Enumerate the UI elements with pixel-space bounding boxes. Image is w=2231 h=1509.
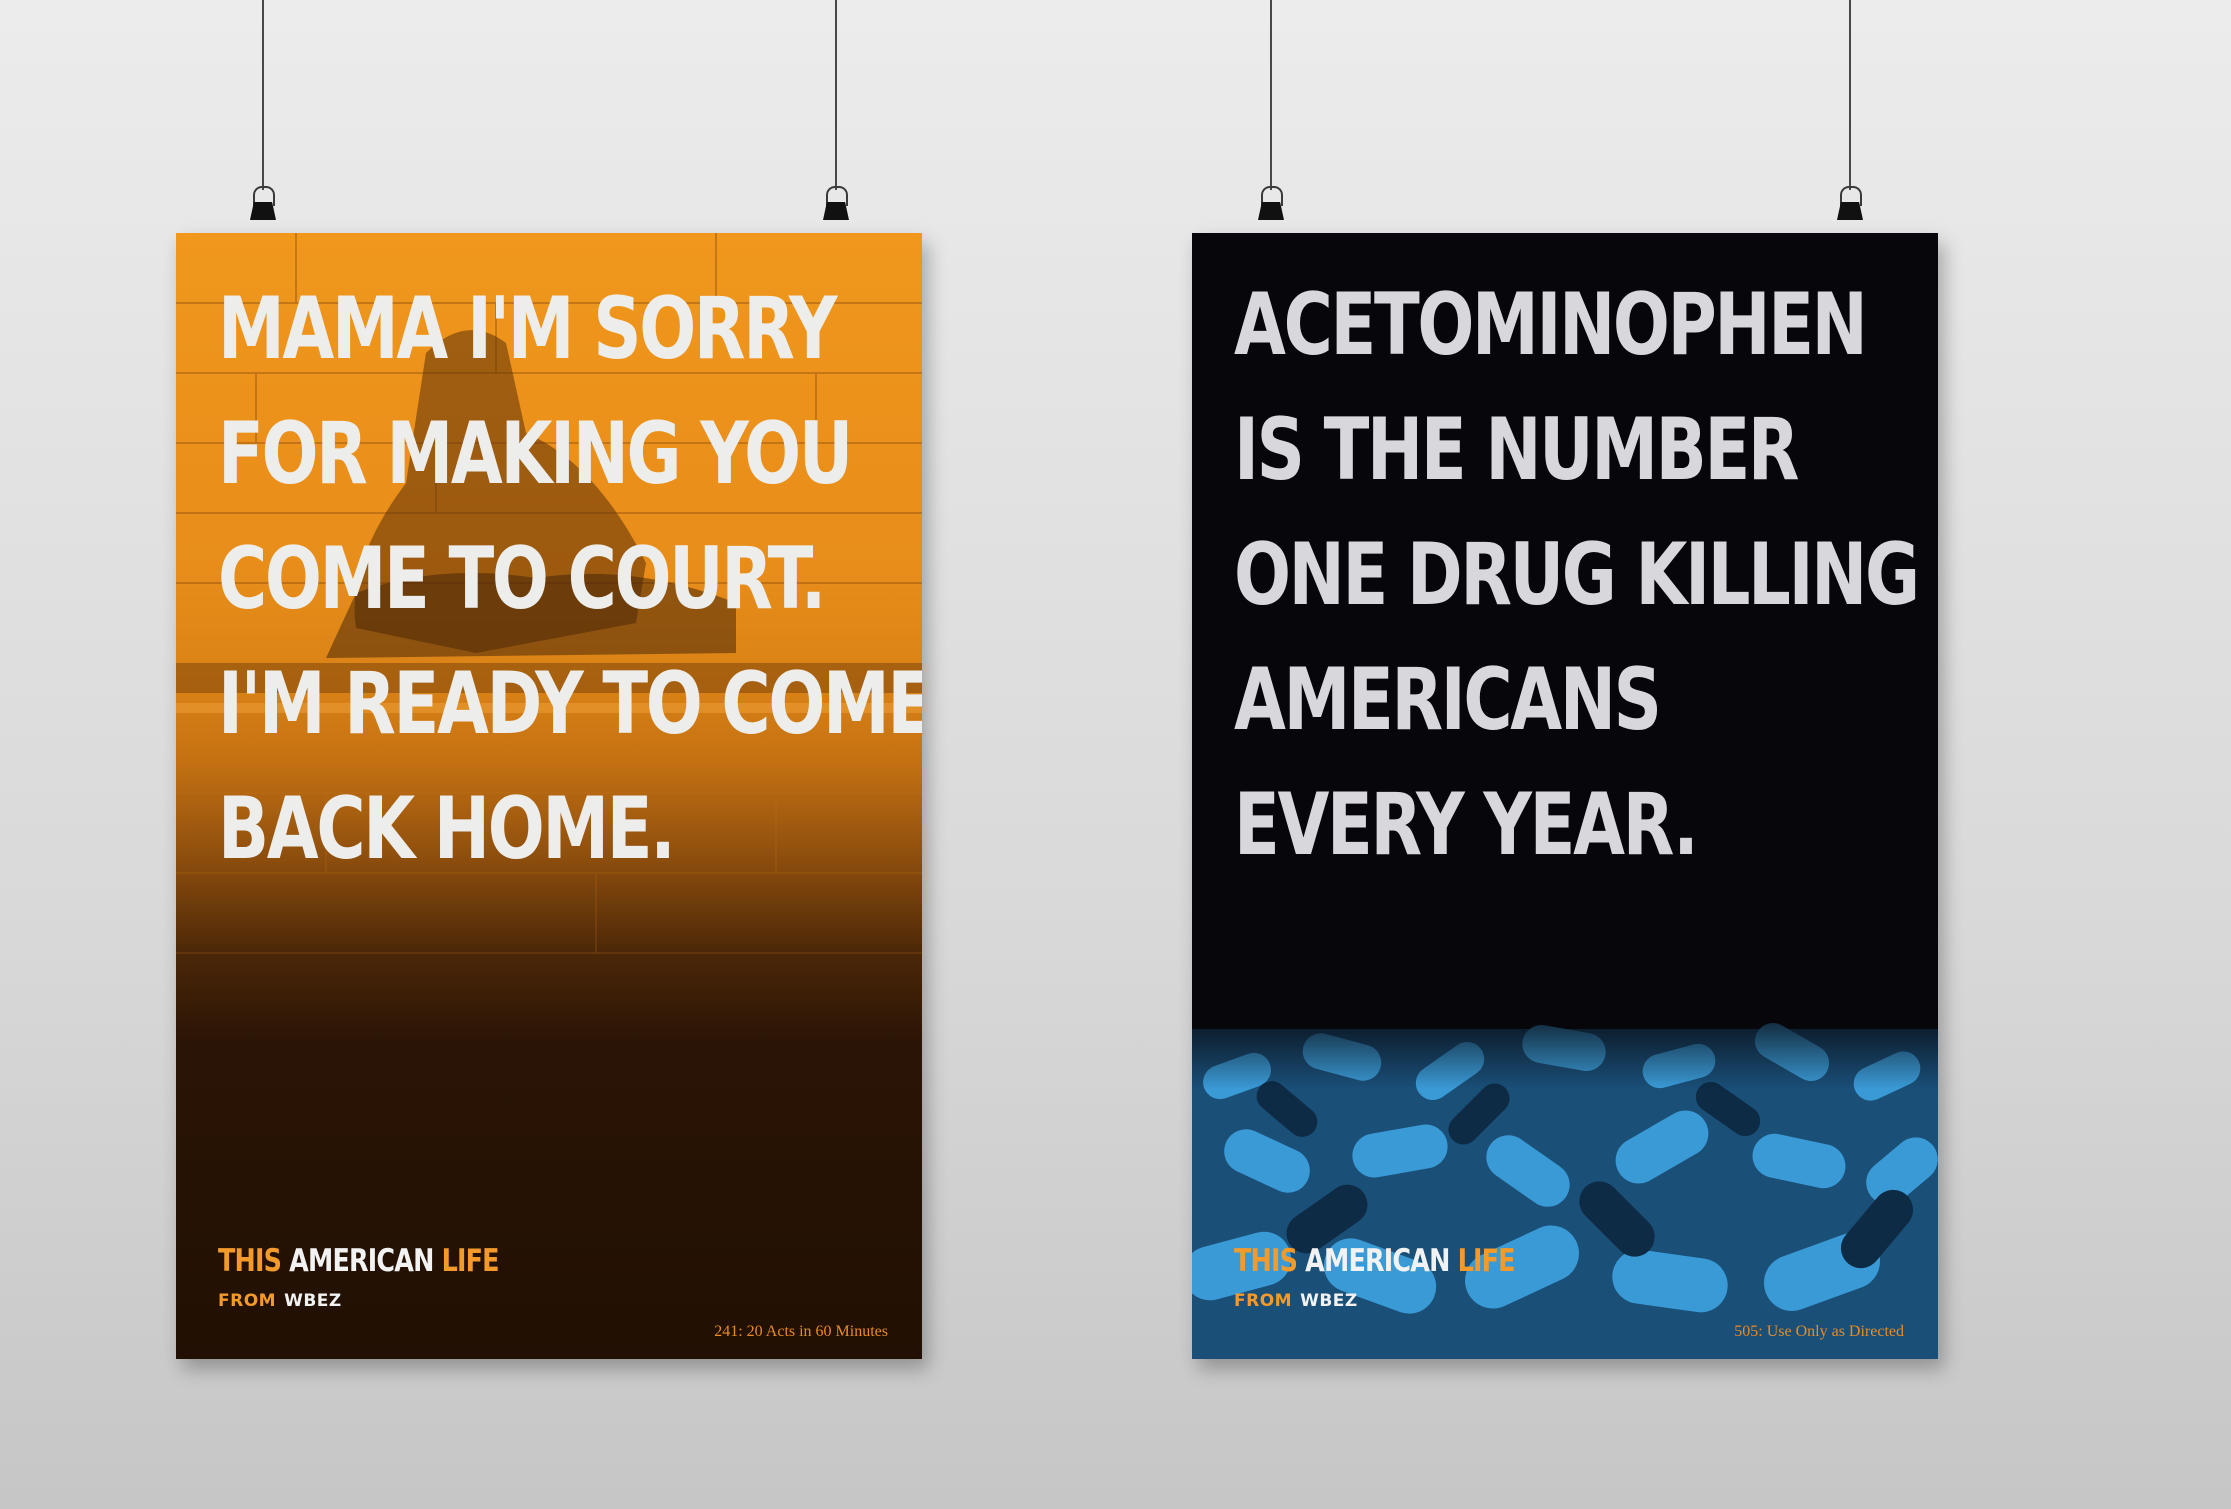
headline-line: IS THE NUMBER bbox=[1234, 400, 1800, 500]
headline-line: FOR MAKING YOU bbox=[218, 404, 853, 504]
hanging-wire-right-1 bbox=[1270, 0, 1272, 190]
hanging-wire-left-2 bbox=[835, 0, 837, 190]
poster-left: MAMA I'M SORRY FOR MAKING YOU COME TO CO… bbox=[176, 233, 922, 1359]
binder-clip-icon bbox=[1837, 186, 1863, 220]
headline-line: ACETOMINOPHEN bbox=[1234, 275, 1868, 375]
from-wbez: FROM WBEZ bbox=[218, 1291, 342, 1311]
poster-headline: ACETOMINOPHEN IS THE NUMBER ONE DRUG KIL… bbox=[1234, 263, 1936, 888]
hanging-wire-right-2 bbox=[1849, 0, 1851, 190]
this-american-life-logo: THIS AMERICAN LIFE bbox=[218, 1243, 499, 1279]
headline-line: I'M READY TO COME bbox=[218, 654, 922, 754]
episode-label: 241: 20 Acts in 60 Minutes bbox=[714, 1323, 888, 1340]
headline-line: MAMA I'M SORRY bbox=[218, 279, 837, 379]
headline-line: ONE DRUG KILLING bbox=[1234, 525, 1920, 625]
this-american-life-logo: THIS AMERICAN LIFE bbox=[1234, 1243, 1515, 1279]
from-wbez: FROM WBEZ bbox=[1234, 1291, 1358, 1311]
binder-clip-icon bbox=[1258, 186, 1284, 220]
poster-headline: MAMA I'M SORRY FOR MAKING YOU COME TO CO… bbox=[218, 267, 922, 892]
hanging-wire-left-1 bbox=[262, 0, 264, 190]
binder-clip-icon bbox=[823, 186, 849, 220]
headline-line: AMERICANS bbox=[1234, 650, 1662, 750]
episode-label: 505: Use Only as Directed bbox=[1734, 1323, 1904, 1340]
headline-line: BACK HOME. bbox=[218, 779, 676, 879]
binder-clip-icon bbox=[250, 186, 276, 220]
headline-line: COME TO COURT. bbox=[218, 529, 826, 629]
poster-right: ACETOMINOPHEN IS THE NUMBER ONE DRUG KIL… bbox=[1192, 233, 1938, 1359]
headline-line: EVERY YEAR. bbox=[1234, 775, 1699, 875]
